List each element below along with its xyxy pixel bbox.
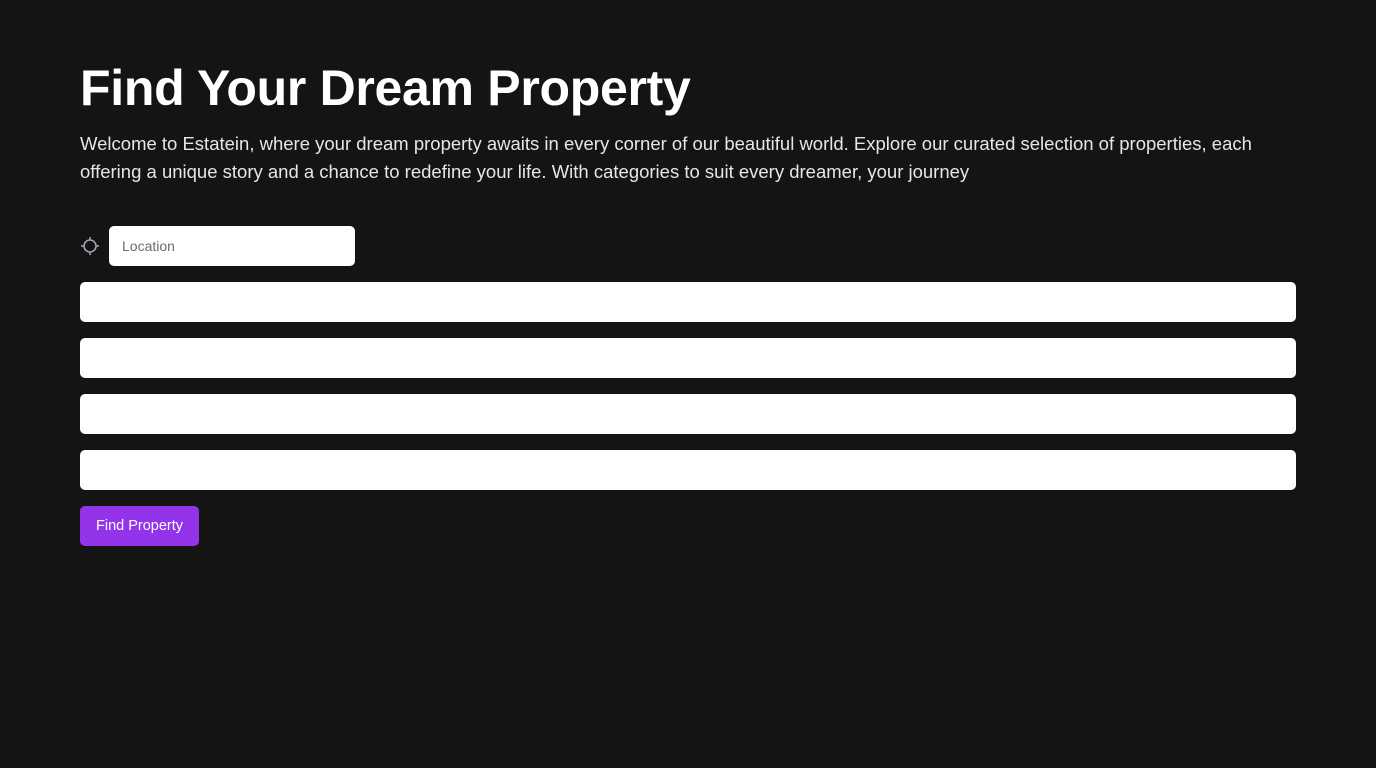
search-field-4[interactable] <box>80 450 1296 490</box>
property-search-form: Find Property <box>80 226 1296 546</box>
find-property-button[interactable]: Find Property <box>80 506 200 546</box>
location-input[interactable] <box>109 226 355 266</box>
search-field-3[interactable] <box>80 394 1296 434</box>
crosshair-icon[interactable] <box>80 236 100 256</box>
search-field-1[interactable] <box>80 282 1296 322</box>
search-field-2[interactable] <box>80 338 1296 378</box>
location-row <box>80 226 1296 266</box>
intro-text: Welcome to Estatein, where your dream pr… <box>80 133 1252 182</box>
page-title: Find Your Dream Property <box>80 60 691 116</box>
page: Find Your Dream Property Welcome to Esta… <box>0 0 1376 768</box>
